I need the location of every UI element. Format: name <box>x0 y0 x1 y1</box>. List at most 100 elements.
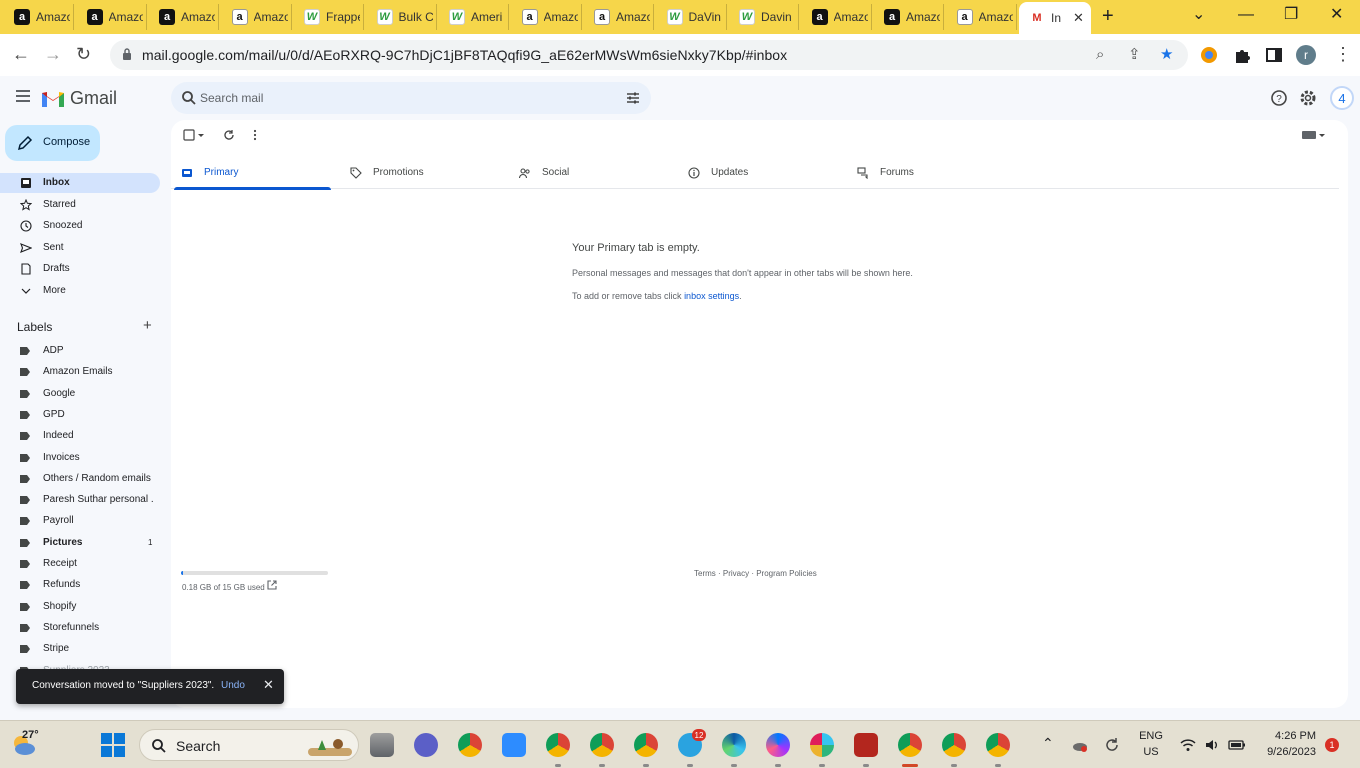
onedrive-icon[interactable] <box>1072 737 1088 753</box>
search-options-icon[interactable] <box>625 90 641 106</box>
browser-tab[interactable]: W Frappe <box>294 4 364 30</box>
browser-tab[interactable]: a Amazon <box>149 4 219 30</box>
close-window-button[interactable]: ✕ <box>1330 6 1343 24</box>
sidebar-item-more[interactable]: More <box>0 281 160 301</box>
tab-promotions[interactable]: Promotions <box>340 156 500 189</box>
tab-gmail-active[interactable]: M In ✕ <box>1019 2 1091 34</box>
chrome-icon[interactable] <box>546 733 570 757</box>
close-tab-icon[interactable]: ✕ <box>1073 10 1084 26</box>
chrome-icon[interactable] <box>458 733 482 757</box>
select-dropdown-icon[interactable] <box>197 129 205 141</box>
label-item[interactable]: GPD <box>0 405 160 425</box>
address-bar[interactable]: mail.google.com/mail/u/0/d/AEoRXRQ-9C7hD… <box>110 40 1188 70</box>
show-hidden-icons[interactable]: ⌃ <box>1042 735 1054 752</box>
gmail-logo[interactable]: Gmail <box>42 88 117 109</box>
chrome-icon[interactable] <box>986 733 1010 757</box>
minimize-button[interactable]: — <box>1238 6 1254 24</box>
messenger-icon[interactable] <box>766 733 790 757</box>
chrome-icon[interactable] <box>898 733 922 757</box>
tab-search-chevron-icon[interactable]: ⌄ <box>1192 6 1205 24</box>
label-item[interactable]: ADP <box>0 341 160 361</box>
profile-avatar[interactable]: r <box>1296 45 1316 65</box>
label-item[interactable]: Paresh Suthar personal ... <box>0 490 160 510</box>
browser-tab[interactable]: a Amazon <box>222 4 292 30</box>
label-item[interactable]: Receipt <box>0 554 160 574</box>
search-icon[interactable] <box>181 90 197 106</box>
label-item[interactable]: Indeed <box>0 426 160 446</box>
label-item[interactable]: Others / Random emails <box>0 469 160 489</box>
browser-tab[interactable]: W Bulk C <box>367 4 437 30</box>
sidebar-item-snoozed[interactable]: Snoozed <box>0 216 160 236</box>
sidebar-item-inbox[interactable]: Inbox <box>0 173 160 193</box>
more-options-icon[interactable] <box>249 129 261 141</box>
edge-icon[interactable] <box>722 733 746 757</box>
restore-button[interactable]: ❐ <box>1284 6 1298 24</box>
language-code[interactable]: ENG <box>1136 730 1166 742</box>
browser-tab[interactable]: a Amazon <box>802 4 872 30</box>
battery-icon[interactable] <box>1228 737 1246 753</box>
footer-links[interactable]: Terms · Privacy · Program Policies <box>694 569 817 578</box>
browser-tab[interactable]: W DaVin <box>657 4 727 30</box>
tab-updates[interactable]: Updates <box>678 156 838 189</box>
inbox-settings-link[interactable]: inbox settings <box>684 291 739 301</box>
tab-primary[interactable]: Primary <box>171 156 331 190</box>
forward-button[interactable]: → <box>44 43 62 65</box>
settings-gear-icon[interactable] <box>1299 89 1317 107</box>
side-panel-icon[interactable] <box>1265 46 1283 64</box>
open-in-new-icon[interactable] <box>267 580 277 590</box>
close-icon[interactable]: ✕ <box>263 678 274 692</box>
language-region[interactable]: US <box>1136 746 1166 758</box>
label-item[interactable]: Invoices <box>0 448 160 468</box>
sidebar-item-drafts[interactable]: Drafts <box>0 259 160 279</box>
browser-tab[interactable]: W Davin <box>729 4 799 30</box>
reload-button[interactable]: ↻ <box>76 43 91 65</box>
browser-menu-icon[interactable]: ⋮ <box>1334 44 1352 64</box>
browser-tab[interactable]: a Amazon <box>874 4 944 30</box>
start-button[interactable] <box>101 733 125 757</box>
tab-social[interactable]: Social <box>509 156 669 189</box>
browser-tab[interactable]: a Amazon <box>947 4 1017 30</box>
select-all-checkbox[interactable] <box>183 129 195 141</box>
sidebar-item-starred[interactable]: Starred <box>0 195 160 215</box>
sync-icon[interactable] <box>1104 737 1120 753</box>
label-item[interactable]: Shopify <box>0 597 160 617</box>
label-item[interactable]: Amazon Emails <box>0 362 160 382</box>
undo-button[interactable]: Undo <box>221 680 245 691</box>
share-icon[interactable]: ⇪ <box>1128 46 1141 64</box>
snipping-tool-icon[interactable] <box>854 733 878 757</box>
label-item[interactable]: Payroll <box>0 511 160 531</box>
notification-badge[interactable]: 1 <box>1325 738 1339 752</box>
zoom-icon[interactable] <box>502 733 526 757</box>
label-item[interactable]: Google <box>0 384 160 404</box>
browser-tab[interactable]: a Amazon <box>512 4 582 30</box>
taskbar-search[interactable]: Search <box>139 729 359 761</box>
volume-icon[interactable] <box>1204 737 1220 753</box>
zoom-icon[interactable]: ⌕ <box>1096 46 1104 64</box>
google-account-avatar[interactable]: 4 <box>1330 86 1354 110</box>
back-button[interactable]: ← <box>12 43 30 65</box>
browser-tab[interactable]: a Amazon <box>584 4 654 30</box>
new-tab-button[interactable]: + <box>1102 6 1114 26</box>
browser-tab[interactable]: a Amazon <box>77 4 147 30</box>
chrome-icon[interactable] <box>590 733 614 757</box>
extension-icon[interactable] <box>1200 46 1218 64</box>
label-item[interactable]: Storefunnels <box>0 618 160 638</box>
label-item[interactable]: Stripe <box>0 639 160 659</box>
search-mail-bar[interactable]: Search mail <box>171 82 651 114</box>
label-item[interactable]: Refunds <box>0 575 160 595</box>
create-label-icon[interactable]: + <box>143 318 152 334</box>
wifi-icon[interactable] <box>1180 737 1196 753</box>
tab-forums[interactable]: Forums <box>847 156 1007 189</box>
sidebar-item-sent[interactable]: Sent <box>0 238 160 258</box>
label-item[interactable]: Pictures 1 <box>0 533 160 553</box>
help-icon[interactable]: ? <box>1270 89 1288 107</box>
chrome-icon[interactable] <box>634 733 658 757</box>
file-explorer-icon[interactable] <box>370 733 394 757</box>
browser-tab[interactable]: W Ameri <box>439 4 509 30</box>
main-menu-icon[interactable] <box>16 90 30 102</box>
refresh-icon[interactable] <box>223 129 235 141</box>
search-input[interactable]: Search mail <box>200 91 263 105</box>
clock-date[interactable]: 9/26/2023 <box>1256 746 1316 758</box>
slack-icon[interactable] <box>810 733 834 757</box>
chrome-icon[interactable] <box>942 733 966 757</box>
